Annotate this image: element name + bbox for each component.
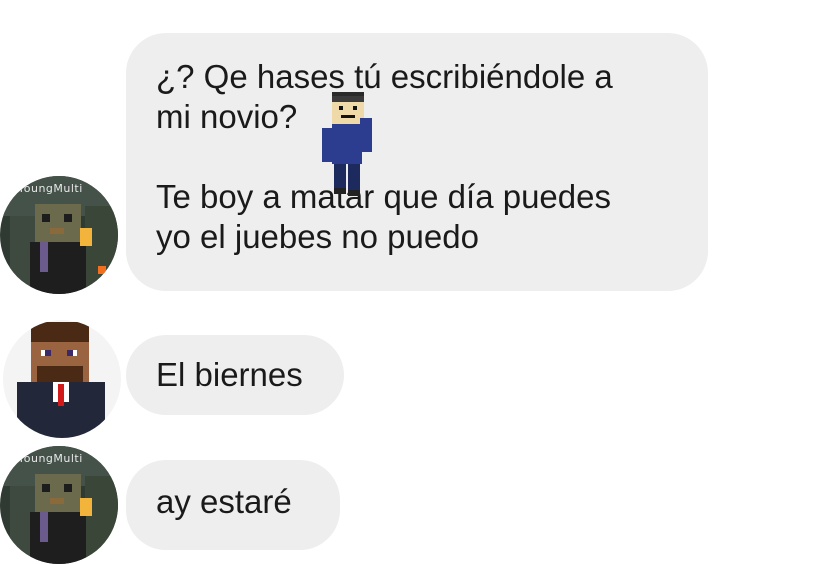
message-bubble-1[interactable]: ¿? Qe hases tú escribiéndole a mi novio?…: [126, 33, 708, 291]
message-text: ay estaré: [156, 483, 292, 520]
minecraft-suit-avatar-icon: [3, 320, 121, 438]
avatar-other-1[interactable]: YoungMulti: [0, 176, 118, 294]
minecraft-character-sticker: [318, 92, 376, 201]
avatar-caption: YoungMulti: [18, 182, 83, 195]
message-text: El biernes: [156, 356, 303, 393]
avatar-caption: YoungMulti: [18, 452, 83, 465]
message-bubble-2[interactable]: El biernes: [126, 335, 344, 415]
message-line: mi novio?: [156, 98, 298, 135]
avatar-other-2[interactable]: YoungMulti: [0, 446, 118, 564]
minecraft-character-icon: [322, 92, 372, 196]
message-line: Te boy a matar que día puedes: [156, 178, 611, 215]
message-line: ¿? Qe hases tú escribiéndole a: [156, 58, 613, 95]
message-line-spacer: [156, 137, 708, 177]
avatar-me[interactable]: [3, 320, 121, 438]
message-bubble-3[interactable]: ay estaré: [126, 460, 340, 550]
message-line: yo el juebes no puedo: [156, 218, 479, 255]
